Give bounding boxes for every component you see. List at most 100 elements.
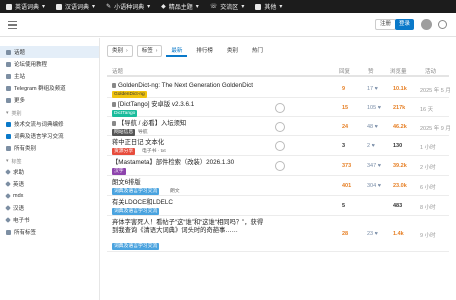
sidebar-tags-header[interactable]: ▾ 标签 (0, 156, 99, 166)
topic-row[interactable]: 弃体字害死人！看帖子“这“谁”和“这谁“相同吗？”，获得到我查询《清语大词典》词… (107, 216, 449, 252)
topic-title[interactable]: GoldenDict-ng: The Next Generation Golde… (112, 82, 332, 90)
view-count: 130 (393, 143, 403, 149)
column-views[interactable]: 浏览量 (390, 67, 407, 75)
navigation-controls: 类别 › 标签 › 最新 排行榜 类别 热门 (107, 44, 268, 58)
topbar-item-minor-languages[interactable]: ✎ 小语种词典 ▾ (106, 2, 151, 12)
topic-list: 话题 回复 赞 浏览量 活动 GoldenDict-ng: The Next G… (107, 64, 451, 252)
topic-row[interactable]: [DictTango] 安卓版 v2.3.6.1 DictTango 15 105 ♥… (107, 98, 449, 117)
square-icon (6, 133, 11, 139)
sidebar-tag-ebook[interactable]: 电子书 (0, 214, 99, 226)
avatar[interactable] (275, 102, 285, 113)
sidebar-category-all[interactable]: 所有类别 (0, 142, 99, 154)
topic-tags[interactable]: 导航 (138, 129, 148, 136)
telegram-icon[interactable] (421, 19, 432, 30)
sidebar-item-main-site[interactable]: 主站 (0, 70, 99, 82)
avatar[interactable] (275, 161, 285, 171)
topic-tags[interactable]: 电子书 · txt (142, 148, 166, 155)
tag-icon (5, 169, 11, 175)
link-icon (6, 73, 11, 79)
activity-time[interactable]: 1 小时 (420, 143, 436, 151)
book-icon (56, 3, 63, 10)
topbar-item-featured[interactable]: ◆ 精品主题 ▾ (161, 2, 199, 12)
sidebar-item-more[interactable]: 更多 (0, 94, 99, 106)
tab-hot[interactable]: 热门 (247, 45, 268, 57)
activity-time[interactable]: 2 小时 (420, 163, 436, 171)
like-count: 17 ♥ (367, 86, 378, 92)
chevron-down-icon: ▾ (147, 3, 151, 10)
sidebar-category-learning[interactable]: 词典及语言学习交流 (0, 130, 99, 142)
link-icon (6, 85, 11, 91)
tag-icon (5, 205, 11, 211)
chevron-right-icon: › (155, 48, 158, 54)
hamburger-menu-icon[interactable] (8, 21, 17, 30)
column-replies[interactable]: 回复 (339, 67, 350, 75)
heart-icon: ♥ (376, 105, 381, 111)
reply-count: 373 (342, 163, 352, 169)
heart-icon: ♥ (373, 86, 378, 92)
topbar-item-english[interactable]: 英语词典 ▾ (6, 2, 45, 11)
topic-title[interactable]: 蒋中正日记 文本化 (112, 139, 332, 147)
sidebar-tag-chinese[interactable]: 汉语 (0, 202, 99, 214)
sidebar-item-topics[interactable]: 话题 (0, 46, 99, 58)
signup-button[interactable]: 注册 (375, 19, 397, 30)
column-likes[interactable]: 赞 (368, 67, 374, 75)
activity-time[interactable]: 8 小时 (420, 203, 436, 211)
tags-dropdown[interactable]: 标签 › (136, 45, 163, 57)
tab-top[interactable]: 排行榜 (191, 45, 218, 57)
activity-time[interactable]: 6 小时 (420, 183, 436, 191)
sidebar-item-telegram[interactable]: Telegram 群组及频道 (0, 82, 99, 94)
reply-count: 28 (342, 231, 349, 237)
sidebar-tag-mdx[interactable]: mdx (0, 190, 99, 202)
topic-title[interactable]: 朗文6排版 (112, 179, 332, 187)
topic-tags[interactable]: 朗文 (170, 188, 180, 195)
category-badge[interactable]: 词典及语言学习交流 (112, 208, 160, 215)
sidebar-category-tech[interactable]: 技术交流与词典编修 (0, 118, 99, 130)
avatar[interactable] (275, 121, 285, 132)
view-count: 217k (393, 105, 406, 111)
topbar-item-exchange[interactable]: ☏ 交流区 ▾ (210, 2, 245, 12)
category-badge[interactable]: 网站信息 (112, 129, 136, 136)
topic-row[interactable]: 蒋中正日记 文本化 资源分享 电子书 · txt 3 2 ♥ 130 1 小时 (107, 136, 449, 156)
sidebar-tag-english[interactable]: 英语 (0, 178, 99, 190)
sidebar-tag-help[interactable]: 求助 (0, 166, 99, 178)
topic-title[interactable]: 弃体字害死人！看帖子“这“谁”和“这谁“相同吗？”，获得到我查询《清语大词典》词… (112, 219, 267, 235)
column-activity[interactable]: 活动 (425, 67, 436, 75)
topbar-item-chinese[interactable]: 汉语词典 ▾ (56, 2, 95, 11)
category-badge[interactable]: 资源分享 (112, 148, 136, 155)
category-badge[interactable]: GoldenDict-ng (112, 91, 147, 98)
pencil-icon: ✎ (106, 3, 112, 10)
sidebar-item-tutorial[interactable]: 论坛使用教程 (0, 58, 99, 70)
topic-title[interactable]: 【导航 / 必看】入坛须知 (112, 120, 332, 128)
search-icon[interactable] (438, 20, 447, 29)
topic-title[interactable]: 有关LDOCE和LDELC (112, 199, 332, 207)
category-dropdown[interactable]: 类别 › (107, 45, 133, 57)
heart-icon: ♥ (376, 163, 381, 169)
view-count: 39.2k (393, 163, 407, 169)
chevron-down-icon: ▾ (279, 3, 283, 10)
topic-title[interactable]: 【Mastameta】部件检索（改装）2026.1.30 (112, 159, 332, 167)
reply-count: 24 (342, 124, 349, 130)
sidebar-categories-header[interactable]: ▾ 类别 (0, 108, 99, 118)
tab-latest[interactable]: 最新 (166, 45, 188, 57)
topic-row[interactable]: GoldenDict-ng: The Next Generation Golde… (107, 79, 451, 98)
category-badge[interactable]: 词典及语言学习交流 (112, 243, 160, 250)
topic-title[interactable]: [DictTango] 安卓版 v2.3.6.1 (112, 101, 332, 109)
login-button[interactable]: 登录 (395, 19, 415, 30)
activity-time[interactable]: 2025 年 5 月 (420, 86, 451, 94)
topbar-item-other[interactable]: 其他 ▾ (255, 2, 282, 11)
activity-time[interactable]: 9 小时 (420, 231, 436, 239)
topic-row[interactable]: 朗文6排版 词典及语言学习交流 朗文 401 304 ♥ 23.0k 6 小时 (107, 176, 449, 196)
activity-time[interactable]: 2025 年 9 月 (420, 124, 451, 132)
category-badge[interactable]: DictTango (112, 110, 138, 117)
like-count: 105 ♥ (367, 105, 381, 111)
avatar[interactable] (275, 141, 285, 151)
topic-row[interactable]: 【导航 / 必看】入坛须知 网站信息 导航 24 48 ♥ 46.2k 2025 年 9 月 (107, 117, 451, 136)
tab-categories[interactable]: 类别 (222, 45, 243, 57)
activity-time[interactable]: 16 天 (420, 105, 433, 113)
topic-row[interactable]: 有关LDOCE和LDELC 词典及语言学习交流 5 483 8 小时 (107, 196, 449, 216)
topic-row[interactable]: 【Mastameta】部件检索（改装）2026.1.30 汉字 373 347 ♥ 39… (107, 156, 449, 176)
category-badge[interactable]: 汉字 (112, 168, 126, 175)
category-badge[interactable]: 词典及语言学习交流 (112, 188, 160, 195)
view-count: 10.1k (393, 86, 407, 92)
sidebar-tag-all[interactable]: 所有标签 (0, 226, 99, 238)
